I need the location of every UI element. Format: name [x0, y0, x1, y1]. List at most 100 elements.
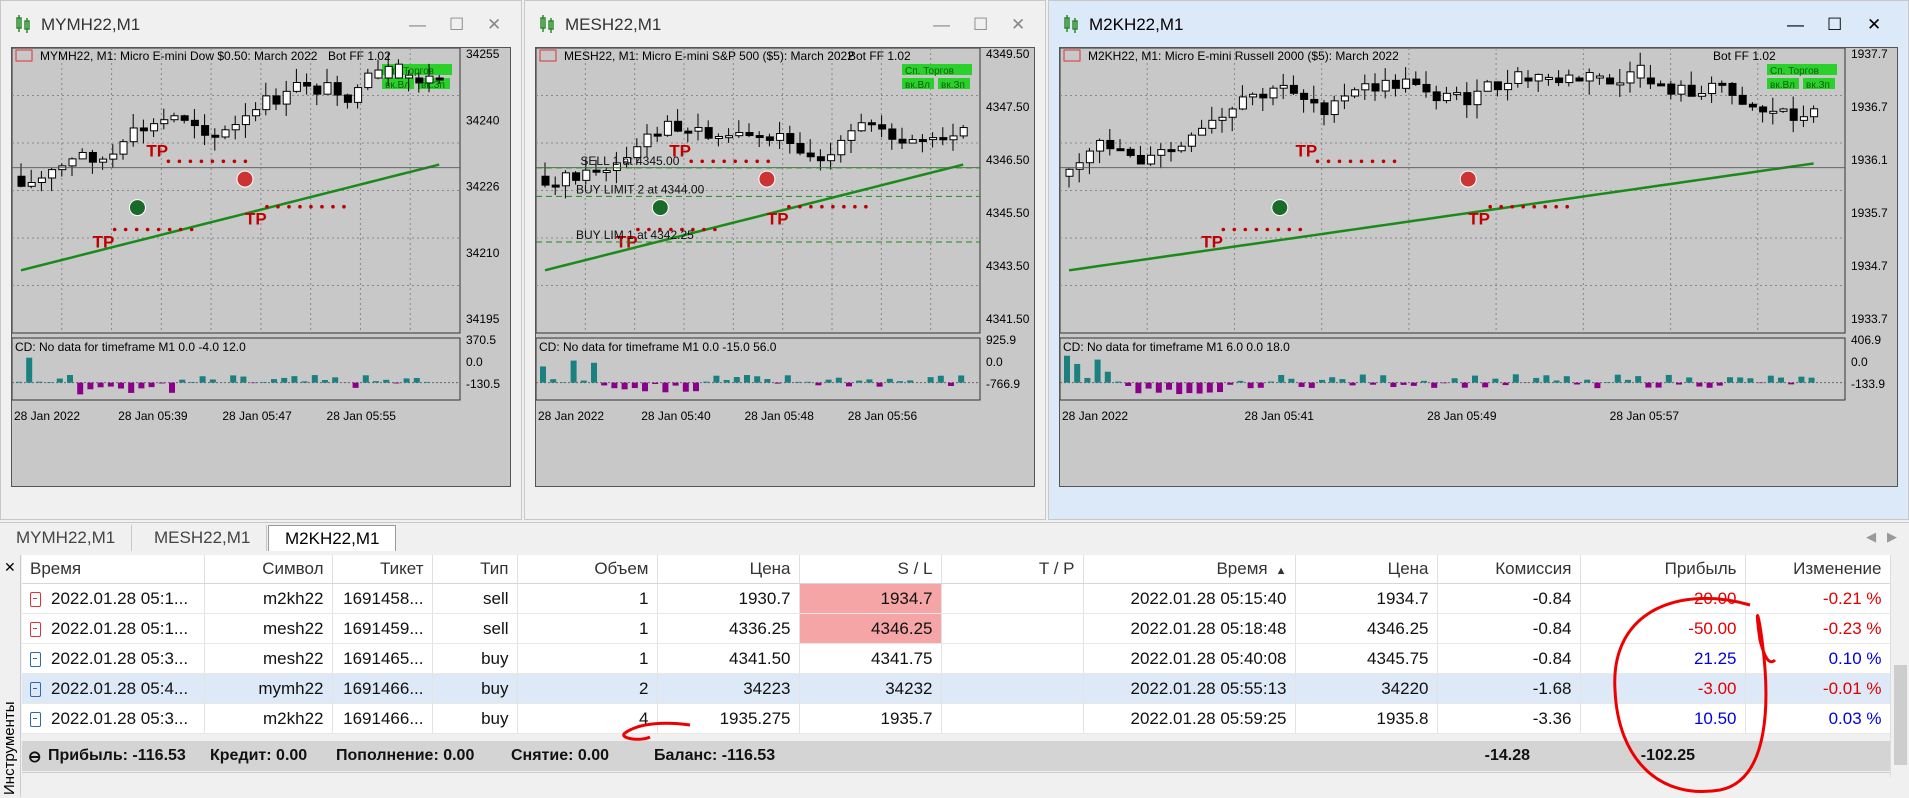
- vertical-scrollbar[interactable]: [1890, 555, 1909, 777]
- histogram-bar: [322, 380, 328, 383]
- candle-body: [1719, 83, 1726, 85]
- histogram-bar: [210, 379, 216, 382]
- col-header-sl[interactable]: S / L: [799, 555, 941, 584]
- close-icon[interactable]: ✕: [1867, 15, 1881, 35]
- histogram-bar: [1676, 383, 1682, 385]
- histogram-bar: [1513, 374, 1519, 382]
- candle-body: [1688, 85, 1695, 96]
- close-icon[interactable]: ✕: [1011, 15, 1025, 35]
- table-row[interactable]: 2022.01.28 05:1...mesh221691459...sell14…: [22, 614, 1890, 644]
- candle-body: [1341, 96, 1348, 101]
- table-cell: 1: [517, 614, 657, 644]
- chart-window-m2kh22[interactable]: M2KH22,M1 — ☐ ✕ M2KH22, M1: Micro E-mini…: [1048, 0, 1909, 520]
- table-cell: buy: [432, 704, 517, 734]
- chart-canvas[interactable]: MYMH22, M1: Micro E-mini Dow $0.50: Marc…: [12, 48, 512, 488]
- candle-body: [324, 83, 331, 95]
- histogram-bar: [734, 377, 740, 383]
- minimize-icon[interactable]: —: [409, 15, 426, 35]
- tp-label: TP: [146, 141, 168, 160]
- indicator-label: CD: No data for timeframe M1 6.0 0.0 18.…: [1063, 340, 1290, 354]
- minimize-icon[interactable]: —: [1787, 15, 1804, 35]
- candle-body: [1566, 75, 1573, 82]
- candle-body: [1199, 128, 1206, 135]
- table-row[interactable]: 2022.01.28 05:3...m2kh221691466...buy419…: [22, 704, 1890, 734]
- candle-body: [436, 78, 443, 80]
- price-chart[interactable]: MYMH22, M1: Micro E-mini Dow $0.50: Marc…: [11, 47, 511, 487]
- chart-canvas[interactable]: M2KH22, M1: Micro E-mini Russell 2000 ($…: [1060, 48, 1899, 488]
- histogram-bar: [1258, 383, 1264, 388]
- table-cell: 2022.01.28 05:1...: [22, 614, 204, 644]
- histogram-bar: [1227, 383, 1233, 385]
- tab-mesh22[interactable]: MESH22,M1: [138, 525, 267, 551]
- minimize-icon[interactable]: —: [933, 15, 950, 35]
- col-header-change[interactable]: Изменение: [1745, 555, 1890, 584]
- table-cell: 2022.01.28 05:59:25: [1083, 704, 1295, 734]
- col-header-profit[interactable]: Прибыль: [1580, 555, 1745, 584]
- col-header-type[interactable]: Тип: [432, 555, 517, 584]
- position-doc-icon: [30, 682, 41, 697]
- col-header-open-price[interactable]: Цена: [657, 555, 799, 584]
- table-row[interactable]: 2022.01.28 05:1...m2kh221691458...sell11…: [22, 584, 1890, 614]
- candle-body: [1372, 84, 1379, 91]
- chart-header: MESH22, M1: Micro E-mini S&P 500 ($5): M…: [564, 49, 854, 63]
- position-doc-icon: [30, 592, 41, 607]
- table-cell: 1935.275: [657, 704, 799, 734]
- col-header-open-time[interactable]: Время: [22, 555, 204, 584]
- chart-window-mesh22[interactable]: MESH22,M1 — ☐ ✕ MESH22, M1: Micro E-mini…: [524, 0, 1046, 520]
- candle-body: [695, 128, 702, 132]
- candle-body: [848, 131, 855, 141]
- histogram-bar: [47, 382, 53, 383]
- window-titlebar[interactable]: M2KH22,M1 — ☐ ✕: [1057, 1, 1908, 51]
- tp-dot: [1349, 160, 1353, 164]
- maximize-icon[interactable]: ☐: [449, 15, 464, 35]
- histogram-bar: [291, 376, 297, 383]
- col-header-ticket[interactable]: Тикет: [332, 555, 432, 584]
- table-row[interactable]: 2022.01.28 05:4...mymh221691466...buy234…: [22, 674, 1890, 704]
- tab-scroll-arrows[interactable]: ◀ ▶: [1866, 529, 1897, 545]
- histogram-bar: [591, 363, 597, 383]
- tp-label: TP: [1296, 141, 1318, 160]
- chart-window-mymh22[interactable]: MYMH22,M1 — ☐ ✕ MYMH22, M1: Micro E-mini…: [0, 0, 522, 520]
- close-icon[interactable]: ✕: [487, 15, 501, 35]
- col-header-tp[interactable]: T / P: [941, 555, 1083, 584]
- col-header-close-time[interactable]: Время▲: [1083, 555, 1295, 584]
- chart-canvas[interactable]: MESH22, M1: Micro E-mini S&P 500 ($5): M…: [536, 48, 1036, 488]
- summary-balance: Баланс: -116.53: [654, 747, 775, 765]
- scrollbar-thumb[interactable]: [1894, 665, 1907, 765]
- col-header-commission[interactable]: Комиссия: [1437, 555, 1580, 584]
- maximize-icon[interactable]: ☐: [973, 15, 988, 35]
- tp-dot: [1382, 160, 1386, 164]
- col-header-close-price[interactable]: Цена: [1295, 555, 1437, 584]
- histogram-bar: [1176, 383, 1182, 394]
- toolbox-vertical-label[interactable]: Инструменты: [1, 701, 18, 795]
- maximize-icon[interactable]: ☐: [1827, 15, 1842, 35]
- col-header-volume[interactable]: Объем: [517, 555, 657, 584]
- indicator-axis-label: -766.9: [986, 377, 1020, 391]
- table-cell: -0.23 %: [1745, 614, 1890, 644]
- price-chart[interactable]: MESH22, M1: Micro E-mini S&P 500 ($5): M…: [535, 47, 1035, 487]
- close-icon[interactable]: ✕: [4, 559, 16, 576]
- col-header-close-time-label: Время: [1216, 559, 1267, 578]
- table-cell: 0.03 %: [1745, 704, 1890, 734]
- panel-button-label: вк.Зп: [941, 80, 965, 91]
- window-titlebar[interactable]: MESH22,M1 — ☐ ✕: [533, 1, 1045, 51]
- histogram-bar: [1105, 372, 1111, 383]
- col-header-symbol[interactable]: Символ: [204, 555, 332, 584]
- candle-body: [110, 154, 117, 159]
- collapse-icon[interactable]: ⊖: [28, 747, 41, 767]
- price-axis-label: 4343.50: [986, 259, 1030, 273]
- price-chart[interactable]: M2KH22, M1: Micro E-mini Russell 2000 ($…: [1059, 47, 1898, 487]
- tab-mymh22[interactable]: MYMH22,M1: [0, 525, 132, 551]
- candle-body: [1290, 85, 1297, 93]
- table-row[interactable]: 2022.01.28 05:3...mesh221691465...buy143…: [22, 644, 1890, 674]
- chart-window-icon: [539, 15, 555, 35]
- tp-dot: [744, 160, 748, 164]
- tab-m2kh22[interactable]: M2KH22,M1: [268, 525, 396, 551]
- histogram-bar: [1278, 375, 1284, 383]
- histogram-bar: [1615, 375, 1621, 383]
- price-axis-label: 34195: [466, 312, 500, 326]
- table-cell: 1: [517, 584, 657, 614]
- chart-header: MYMH22, M1: Micro E-mini Dow $0.50: Marc…: [40, 49, 318, 63]
- window-titlebar[interactable]: MYMH22,M1 — ☐ ✕: [9, 1, 521, 51]
- histogram-bar: [1125, 383, 1131, 386]
